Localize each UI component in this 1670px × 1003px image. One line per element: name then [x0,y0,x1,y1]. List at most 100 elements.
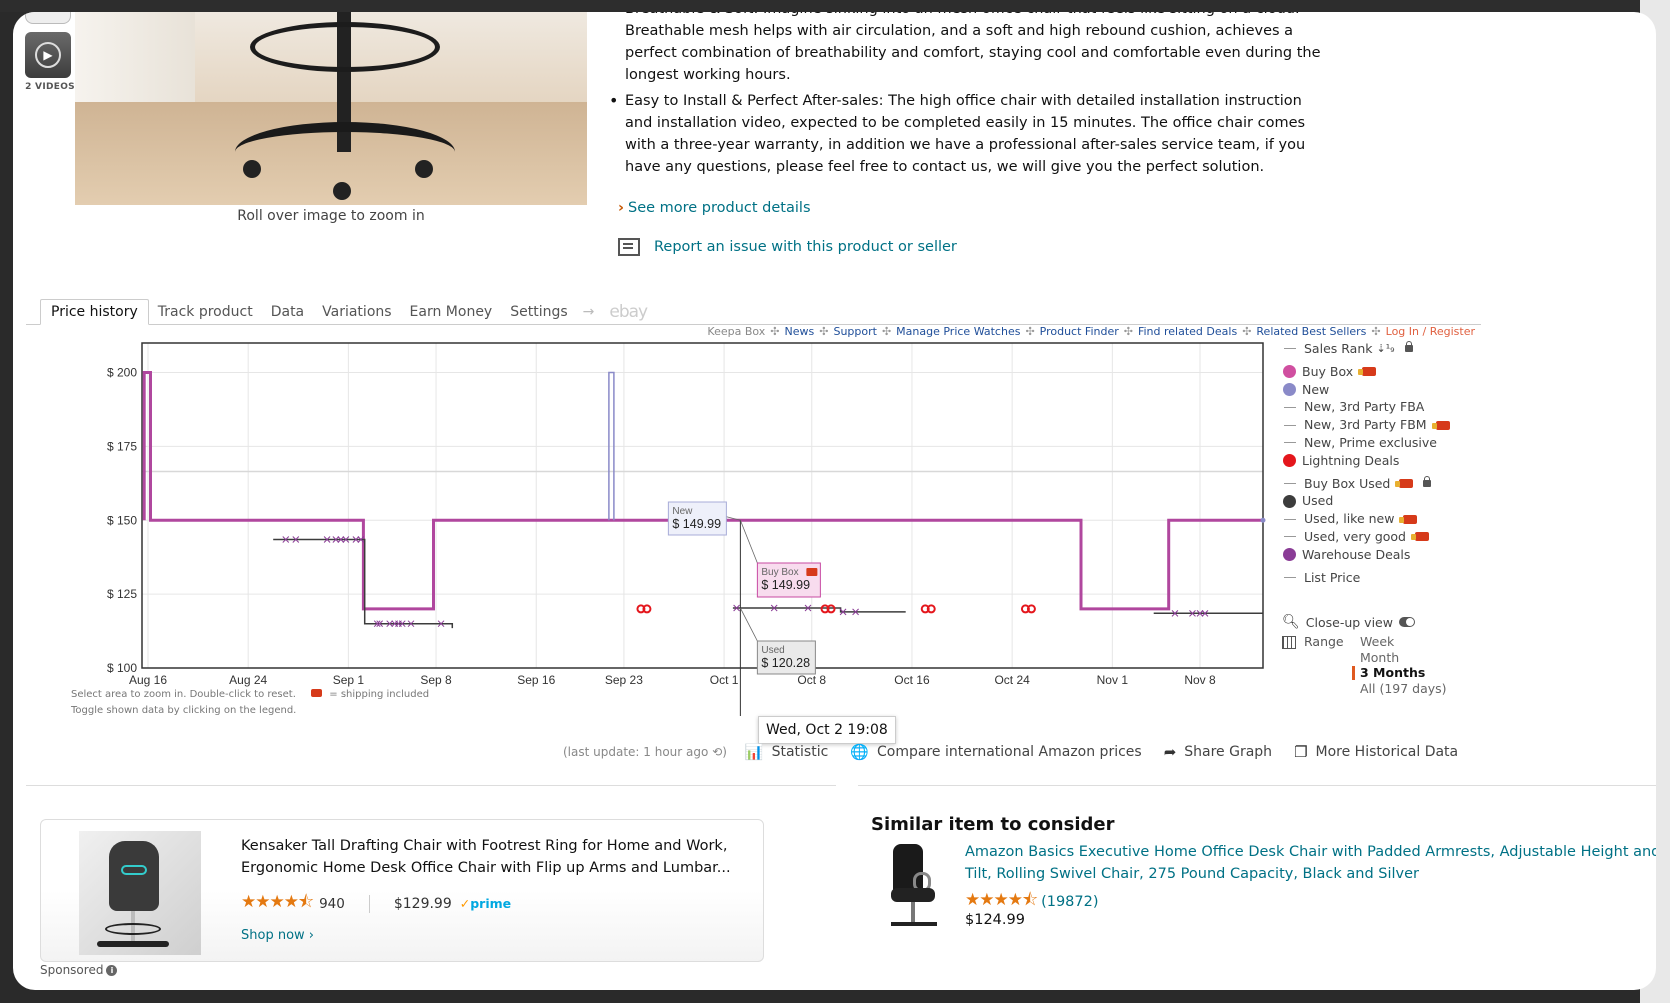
legend-dot-icon [1283,548,1296,562]
toggle-icon[interactable] [1398,617,1415,627]
calendar-icon [1282,636,1296,649]
similar-item-heading: Similar item to consider [871,814,1115,835]
range-label: Range [1304,634,1344,649]
tooltip-used-value: $ 120.28 [761,656,810,670]
legend-item[interactable]: Used [1282,492,1450,510]
tooltip-used-pointer [740,607,758,642]
info-icon[interactable]: i [106,964,118,976]
prime-check-icon: ✓ [459,896,471,911]
series-end-point [1260,517,1266,523]
legend-item[interactable]: Lightning Deals [1282,452,1450,470]
legend-label: Sales Rank [1304,341,1373,356]
legend-item[interactable]: List Price [1282,569,1450,587]
window-backdrop-top [0,0,1670,12]
legend-label: New, 3rd Party FBM [1304,417,1427,433]
tooltip-buybox-label: Buy Box [761,567,798,578]
legend-line-icon [1284,482,1296,484]
more-historical-data-label: More Historical Data [1315,744,1459,760]
last-update[interactable]: (last update: 1 hour ago ⟲) [563,745,727,759]
x-tick-label: Sep 8 [420,673,452,687]
range-all[interactable]: All (197 days) [1352,681,1447,697]
share-icon: ➦ [1163,743,1177,761]
sponsored-price: $129.99 [393,895,452,912]
image-base [97,941,169,947]
share-graph-label: Share Graph [1184,744,1273,760]
image-chair-back [109,841,159,911]
tooltip-buybox-value: $ 149.99 [761,578,810,592]
legend-item[interactable]: Warehouse Deals [1282,546,1450,564]
legend-label: Used, very good [1304,528,1406,544]
legend-label: Buy Box Used [1304,475,1391,491]
x-tick-label: Aug 24 [229,673,267,687]
truck-icon [311,689,323,697]
statistic-label: Statistic [771,744,829,760]
sponsored-product-title[interactable]: Kensaker Tall Drafting Chair with Footre… [241,835,741,879]
review-count[interactable]: (19872) [1041,894,1098,910]
tooltip-buybox-pointer [740,520,758,564]
sort-icon[interactable]: ⇣¹₉ [1376,340,1394,358]
chart-legend: Sales Rank ⇣¹₉ Buy Box New New, 3rd Party F… [1282,340,1450,586]
sponsored-text: Sponsored [40,963,104,977]
more-historical-data-button[interactable]: ❐ More Historical Data [1294,743,1458,761]
sponsored-product-meta: ★★★★⯪ 940 $129.99 ✓prime [241,889,511,918]
statistic-button[interactable]: 📊 Statistic [745,743,828,761]
truck-icon [1358,367,1377,377]
legend-label: Lightning Deals [1302,452,1400,468]
x-tick-label: Nov 1 [1097,673,1129,687]
review-count[interactable]: 940 [319,896,345,912]
hint-shipping-text: = shipping included [329,689,430,700]
legend-item[interactable]: New, 3rd Party FBA [1282,398,1450,416]
closeup-label: Close-up view [1305,614,1393,630]
star-rating-icon[interactable]: ★★★★⯪ [241,889,314,918]
legend-label: Used, like new [1304,511,1395,527]
share-graph-button[interactable]: ➦ Share Graph [1164,743,1272,761]
legend-item[interactable]: New, Prime exclusive [1282,434,1450,452]
compare-prices-button[interactable]: 🌐 Compare international Amazon prices [850,743,1141,761]
legend-item[interactable]: New, 3rd Party FBM [1282,416,1450,434]
legend-label: List Price [1304,569,1361,585]
x-tick-label: Sep 23 [605,673,643,687]
x-tick-label: Sep 16 [517,673,555,687]
copy-icon: ❐ [1294,743,1308,761]
range-selector: Range Week Month 3 Months All (197 days) [1282,634,1447,696]
sponsored-product-image[interactable] [79,831,201,955]
legend-item[interactable]: Buy Box Used [1282,475,1450,493]
legend-item[interactable]: New [1282,381,1450,399]
legend-label: New, 3rd Party FBA [1304,399,1425,415]
image-seat [891,888,935,902]
x-tick-label: Oct 8 [797,673,826,687]
legend-label: Buy Box [1302,363,1354,379]
y-tick-label: $ 200 [107,366,137,380]
similar-product-image[interactable] [885,842,945,937]
tooltip-used-label: Used [761,645,784,656]
tooltip-new-value: $ 149.99 [672,517,721,531]
legend-item[interactable]: Used, very good [1282,528,1450,546]
legend-label: Warehouse Deals [1302,546,1411,562]
legend-line-icon [1284,518,1296,520]
legend-dot-icon [1283,365,1296,379]
legend-item[interactable]: Sales Rank ⇣¹₉ [1282,340,1450,358]
x-tick-label: Oct 16 [894,673,930,687]
closeup-view-toggle[interactable]: 🔍︎ Close-up view [1282,614,1415,630]
range-month[interactable]: Month [1352,650,1447,666]
lock-icon [1404,341,1413,353]
range-3-months[interactable]: 3 Months [1352,665,1447,681]
x-tick-label: Aug 16 [129,673,167,687]
globe-icon: 🌐 [850,743,869,761]
legend-line-icon [1284,536,1296,538]
legend-item[interactable]: Used, like new [1282,510,1450,528]
truck-icon [1411,532,1429,542]
prime-label: prime [470,896,512,911]
compare-prices-label: Compare international Amazon prices [877,744,1142,760]
prime-badge: ✓prime [460,896,511,911]
tooltip-new-label: New [672,506,693,517]
shop-now-link[interactable]: Shop now › [241,928,314,943]
legend-item[interactable]: Buy Box [1282,363,1450,381]
legend-line-icon [1284,576,1296,578]
range-week[interactable]: Week [1352,634,1447,650]
image-base [891,922,937,926]
similar-product-title[interactable]: Amazon Basics Executive Home Office Desk… [965,841,1656,885]
sponsored-product-card[interactable]: Kensaker Tall Drafting Chair with Footre… [40,819,764,962]
x-tick-label: Sep 1 [333,673,365,687]
divider [858,785,1656,786]
